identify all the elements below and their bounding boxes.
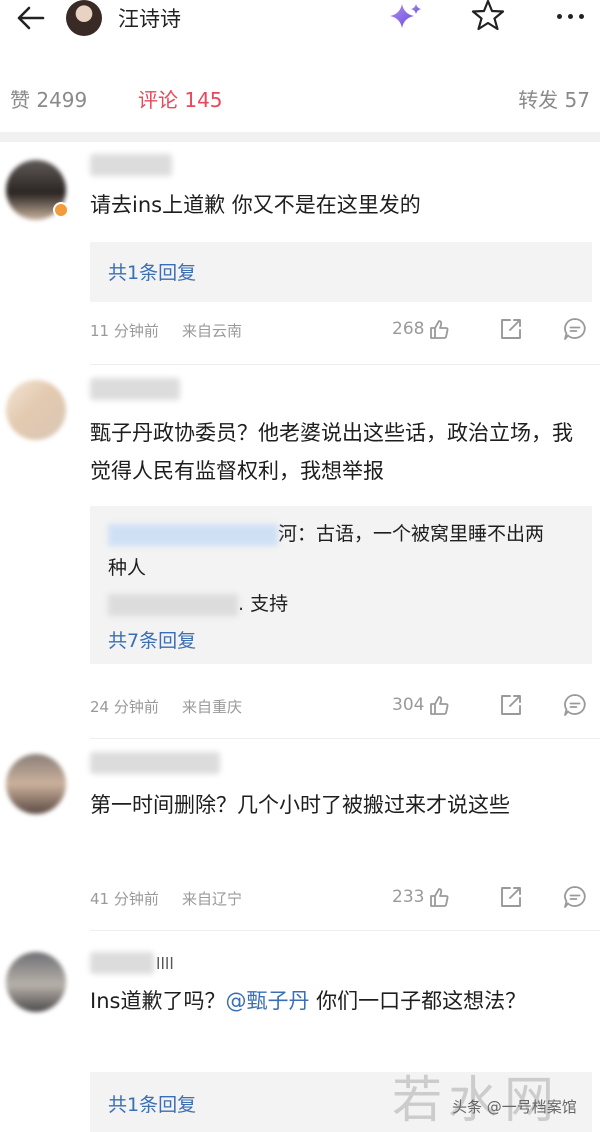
like-button[interactable]: 268	[392, 318, 450, 340]
thumbs-up-icon	[430, 888, 449, 907]
username-visible-part[interactable]: llll	[156, 954, 174, 973]
comment-separator	[90, 364, 600, 365]
tab-comments[interactable]: 评论 145	[138, 84, 223, 113]
reply-preview: 种人	[108, 557, 147, 579]
share-button[interactable]	[498, 316, 524, 342]
share-icon	[501, 319, 521, 339]
verified-badge-icon	[53, 202, 69, 218]
reply-username-redacted	[108, 593, 238, 616]
timestamp: 11 分钟前	[90, 322, 159, 340]
share-icon	[501, 695, 521, 715]
location: 来自云南	[182, 322, 243, 340]
top-bar: 汪诗诗	[0, 0, 600, 62]
thumbs-up-icon	[430, 320, 449, 339]
reply-username-redacted	[108, 523, 278, 546]
avatar[interactable]	[6, 380, 66, 440]
arrow-left-icon	[17, 6, 45, 30]
avatar[interactable]	[6, 754, 66, 814]
timestamp: 41 分钟前	[90, 890, 159, 908]
thumbs-up-icon	[430, 696, 449, 715]
share-icon	[501, 887, 521, 907]
comment-meta: 41 分钟前 来自辽宁 233	[90, 884, 590, 914]
sparkle-icon[interactable]	[386, 0, 426, 32]
avatar[interactable]	[6, 952, 66, 1012]
comment-meta: 24 分钟前 来自重庆 304	[90, 692, 590, 722]
comment-icon	[564, 886, 586, 908]
like-button[interactable]: 233	[392, 886, 450, 908]
view-replies-link[interactable]: 共1条回复	[108, 258, 196, 285]
username-redacted[interactable]	[90, 952, 154, 974]
comment-text: 第一时间删除？几个小时了被搬过来才说这些	[90, 793, 510, 817]
like-button[interactable]: 304	[392, 694, 450, 716]
reply-preview[interactable]: 河：古语，一个被窝里睡不出两	[108, 518, 544, 550]
reply-box[interactable]: 共1条回复	[90, 242, 592, 302]
section-divider	[0, 132, 600, 142]
comment-separator	[90, 930, 600, 931]
reply-button[interactable]	[562, 884, 588, 910]
view-replies-link[interactable]: 共1条回复	[108, 1090, 196, 1117]
comment-icon	[564, 694, 586, 716]
like-count: 304	[392, 695, 425, 715]
comment-text: 甄子丹政协委员？他老婆说出这些话，政治立场，我觉得人民有监督权利，我想举报	[90, 421, 573, 483]
like-count: 233	[392, 887, 425, 907]
view-replies-link[interactable]: 共7条回复	[108, 626, 196, 653]
star-icon[interactable]	[470, 0, 506, 32]
mention-link[interactable]: @甄子丹	[225, 989, 309, 1013]
tab-bar: 赞 2499 评论 145 转发 57	[0, 80, 600, 120]
comment-icon	[564, 318, 586, 340]
comment-text: Ins道歉了吗？@甄子丹 你们一口子都这想法？	[90, 989, 527, 1013]
share-button[interactable]	[498, 884, 524, 910]
comment-separator	[90, 738, 600, 739]
location: 来自重庆	[182, 698, 243, 716]
reply-preview[interactable]: . 支持	[108, 588, 288, 620]
username-redacted[interactable]	[90, 378, 180, 400]
avatar[interactable]	[66, 0, 102, 36]
page-title[interactable]: 汪诗诗	[118, 3, 181, 33]
timestamp: 24 分钟前	[90, 698, 159, 716]
source-label: 头条 @一号档案馆	[452, 1098, 577, 1116]
back-button[interactable]	[10, 0, 50, 36]
comment-text: 请去ins上道歉 你又不是在这里发的	[90, 193, 421, 217]
username-redacted[interactable]	[90, 752, 220, 774]
like-count: 268	[392, 319, 425, 339]
share-button[interactable]	[498, 692, 524, 718]
comment-meta: 11 分钟前 来自云南 268	[90, 316, 590, 346]
tab-likes[interactable]: 赞 2499	[10, 84, 87, 113]
location: 来自辽宁	[182, 890, 243, 908]
reply-button[interactable]	[562, 692, 588, 718]
reply-button[interactable]	[562, 316, 588, 342]
username-redacted[interactable]	[90, 154, 172, 176]
more-dots-icon[interactable]	[550, 8, 590, 24]
reply-box[interactable]: 河：古语，一个被窝里睡不出两 种人 . 支持 共7条回复	[90, 506, 592, 664]
tab-reposts[interactable]: 转发 57	[518, 84, 590, 113]
